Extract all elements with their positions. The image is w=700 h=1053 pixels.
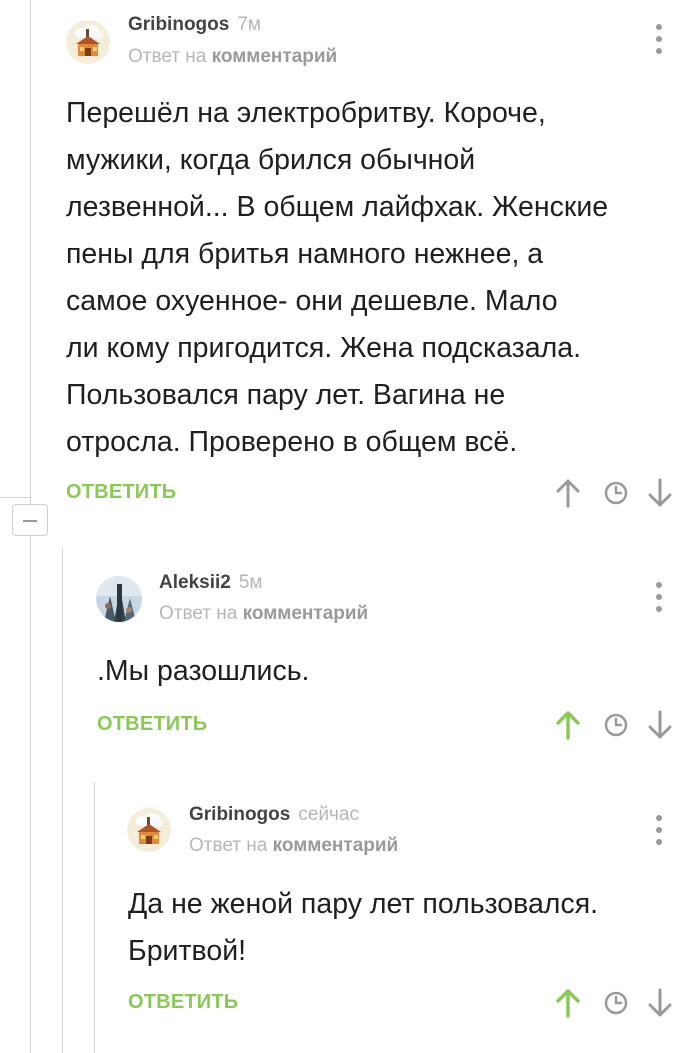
comment-time: сейчас — [298, 804, 359, 825]
reply-to-line: Ответ на комментарий — [189, 835, 398, 857]
author-name[interactable]: Gribinogos — [189, 804, 290, 825]
more-options-icon[interactable] — [654, 815, 664, 845]
upvote-arrow-icon[interactable] — [554, 988, 582, 1018]
house-avatar-icon[interactable] — [127, 808, 171, 852]
reply-button[interactable]: ОТВЕТИТЬ — [128, 991, 238, 1014]
clock-icon[interactable] — [602, 988, 630, 1018]
comment: Gribinogos сейчас Ответ на комментарий Да… — [0, 0, 700, 1053]
downvote-arrow-icon[interactable] — [646, 988, 674, 1018]
comment-author[interactable]: Gribinogos сейчас — [189, 804, 359, 826]
reply-to-link[interactable]: комментарий — [273, 835, 399, 856]
reply-to-prefix: Ответ на — [189, 835, 268, 856]
comment-text: Да не женой пару лет пользовался. Бритво… — [128, 888, 599, 967]
